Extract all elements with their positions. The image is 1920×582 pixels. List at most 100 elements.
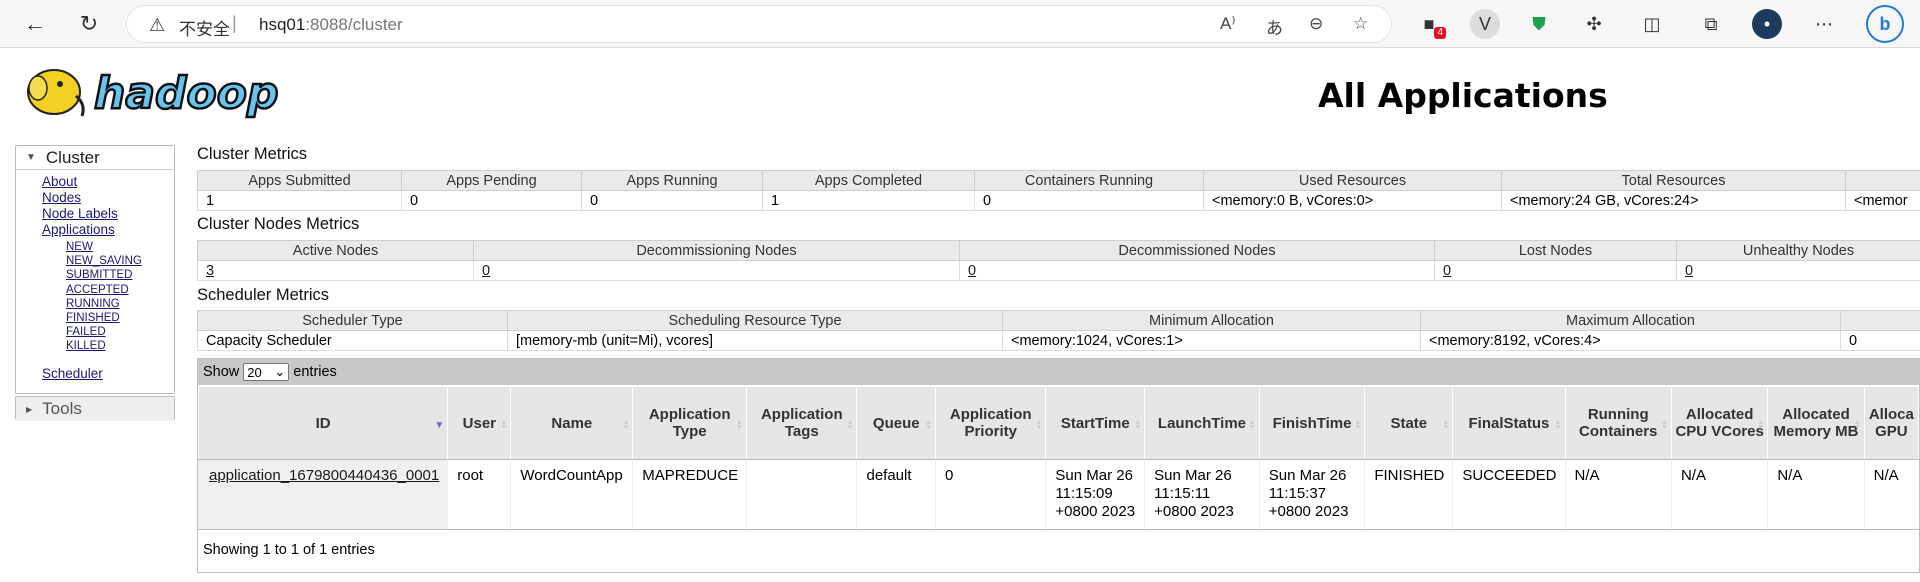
metric-header: Scheduling Resource Type bbox=[507, 310, 1003, 331]
sort-icon: ▲ ▼ bbox=[925, 419, 933, 431]
sidebar-state-finished[interactable]: FINISHED bbox=[66, 312, 120, 324]
sidebar-link-scheduler[interactable]: Scheduler bbox=[42, 366, 103, 381]
favorite-add-icon[interactable]: ☆ bbox=[1353, 14, 1368, 34]
shield-icon[interactable]: ⛊ bbox=[1524, 9, 1554, 39]
sidebar-state-new[interactable]: NEW bbox=[66, 241, 93, 253]
column-header-allocated-gpu[interactable]: Alloca GPU bbox=[1863, 386, 1920, 460]
sidebar-state-accepted[interactable]: ACCEPTED bbox=[66, 284, 129, 296]
column-header-state[interactable]: State ▲ ▼ bbox=[1364, 386, 1454, 460]
cell-allocated-memory: N/A bbox=[1767, 459, 1865, 530]
column-header-application-type[interactable]: Application Type ▲ ▼ bbox=[632, 386, 748, 460]
metric-header: Minimum Allocation bbox=[1002, 310, 1421, 331]
metric-value: <memory:8192, vCores:4> bbox=[1420, 330, 1841, 351]
collections-icon[interactable]: ⧉ bbox=[1696, 9, 1726, 39]
sidebar-link-node-labels[interactable]: Node Labels bbox=[42, 206, 118, 221]
extensions-puzzle-icon[interactable]: ✣ bbox=[1579, 9, 1609, 39]
sidebar-link-nodes[interactable]: Nodes bbox=[42, 190, 81, 205]
scheduler-metrics-title: Scheduler Metrics bbox=[197, 286, 330, 304]
tools-panel-header[interactable]: ▶ Tools bbox=[16, 397, 174, 421]
metric-header bbox=[1845, 170, 1920, 191]
column-header-queue[interactable]: Queue ▲ ▼ bbox=[856, 386, 937, 460]
cluster-panel-header[interactable]: ▼ Cluster bbox=[16, 146, 174, 170]
cell-starttime: Sun Mar 26 11:15:09 +0800 2023 bbox=[1045, 459, 1145, 530]
sidebar-link-applications[interactable]: Applications bbox=[42, 222, 115, 237]
warning-icon: ⚠ bbox=[149, 15, 166, 35]
refresh-icon[interactable]: ↻ bbox=[73, 8, 105, 40]
column-header-application-tags[interactable]: Application Tags ▲ ▼ bbox=[746, 386, 858, 460]
address-bar[interactable]: ⚠ 不安全 | hsq01:8088/cluster A⁾ あ ⊖ ☆ bbox=[126, 5, 1392, 43]
metric-header: Maximum Allocation bbox=[1420, 310, 1841, 331]
split-screen-icon[interactable]: ◫ bbox=[1637, 9, 1667, 39]
applications-panel: Show 20 ⌄ entries ID ▼ User ▲ ▼ Name ▲ ▼ Appli… bbox=[197, 358, 1920, 573]
metric-value: Capacity Scheduler bbox=[197, 330, 508, 351]
column-header-id[interactable]: ID ▼ bbox=[197, 386, 449, 460]
bing-chat-icon[interactable]: b bbox=[1866, 5, 1904, 43]
cell-allocated-gpu: N/A bbox=[1863, 459, 1919, 530]
read-aloud-icon[interactable]: A⁾ bbox=[1220, 14, 1236, 34]
metric-header: Decommissioned Nodes bbox=[959, 240, 1435, 261]
svg-text:hadoop: hadoop bbox=[94, 68, 278, 119]
metric-header bbox=[1840, 310, 1920, 331]
column-header-launchtime[interactable]: LaunchTime ▲ ▼ bbox=[1144, 386, 1260, 460]
column-header-running-containers[interactable]: Running Containers ▲ ▼ bbox=[1564, 386, 1672, 460]
application-id-link[interactable]: application_1679800440436_0001 bbox=[209, 467, 439, 484]
applications-table: ID ▼ User ▲ ▼ Name ▲ ▼ Application Type ▲ ▼ App… bbox=[197, 386, 1920, 530]
metric-header: Used Resources bbox=[1203, 170, 1502, 191]
address-separator: | bbox=[232, 13, 237, 33]
sort-icon: ▲ ▼ bbox=[1442, 419, 1450, 431]
page-title: All Applications bbox=[1318, 76, 1608, 115]
cell-tags bbox=[746, 459, 857, 530]
table-info: Showing 1 to 1 of 1 entries bbox=[198, 529, 1920, 573]
sidebar-state-running[interactable]: RUNNING bbox=[66, 298, 120, 310]
sidebar-state-killed[interactable]: KILLED bbox=[66, 340, 106, 352]
column-header-allocated-memory[interactable]: Allocated Memory MB ▲ ▼ bbox=[1767, 386, 1865, 460]
extension-icon[interactable]: ■ 4 bbox=[1414, 9, 1446, 39]
cluster-metrics-title: Cluster Metrics bbox=[197, 145, 308, 163]
metric-value: 1 bbox=[762, 190, 975, 211]
zoom-out-icon[interactable]: ⊖ bbox=[1309, 14, 1323, 34]
sort-icon: ▲ ▼ bbox=[1853, 419, 1861, 431]
sidebar-link-about[interactable]: About bbox=[42, 174, 77, 189]
profile-avatar[interactable]: • bbox=[1752, 9, 1782, 39]
cell-finalstatus: SUCCEEDED bbox=[1452, 459, 1566, 530]
metric-value: 0 bbox=[581, 190, 763, 211]
cell-allocated-vcores: N/A bbox=[1670, 459, 1768, 530]
column-header-user[interactable]: User ▲ ▼ bbox=[447, 386, 512, 460]
sidebar-state-failed[interactable]: FAILED bbox=[66, 326, 106, 338]
back-icon[interactable]: ← bbox=[19, 8, 51, 40]
sort-icon: ▲ ▼ bbox=[622, 419, 630, 431]
active-nodes-link[interactable]: 3 bbox=[206, 263, 214, 279]
lost-nodes-link[interactable]: 0 bbox=[1443, 263, 1451, 279]
cell-running-containers: N/A bbox=[1564, 459, 1672, 530]
metric-header: Decommissioning Nodes bbox=[473, 240, 960, 261]
sidebar-state-submitted[interactable]: SUBMITTED bbox=[66, 269, 132, 281]
decommissioned-nodes-link[interactable]: 0 bbox=[968, 263, 976, 279]
tools-label: Tools bbox=[42, 399, 82, 418]
sort-icon: ▲ ▼ bbox=[1248, 419, 1256, 431]
sort-icon: ▲ ▼ bbox=[500, 419, 508, 431]
sort-icon: ▲ ▼ bbox=[1661, 419, 1668, 431]
cell-launchtime: Sun Mar 26 11:15:11 +0800 2023 bbox=[1144, 459, 1260, 530]
url-text[interactable]: hsq01:8088/cluster bbox=[259, 15, 403, 35]
page-size-select[interactable]: 20 ⌄ bbox=[243, 363, 290, 381]
column-header-starttime[interactable]: StartTime ▲ ▼ bbox=[1045, 386, 1146, 460]
decommissioning-nodes-link[interactable]: 0 bbox=[482, 263, 490, 279]
tools-panel[interactable]: ▶ Tools bbox=[15, 396, 175, 421]
column-header-finishtime[interactable]: FinishTime ▲ ▼ bbox=[1258, 386, 1366, 460]
column-header-allocated-vcores[interactable]: Allocated CPU VCores ▲ ▼ bbox=[1670, 386, 1769, 460]
cell-queue: default bbox=[856, 459, 936, 530]
translate-icon[interactable]: あ bbox=[1266, 14, 1283, 39]
more-menu-icon[interactable]: ⋯ bbox=[1809, 9, 1839, 39]
sidebar-state-new-saving[interactable]: NEW_SAVING bbox=[66, 255, 142, 267]
column-header-name[interactable]: Name ▲ ▼ bbox=[510, 386, 634, 460]
column-header-priority[interactable]: Application Priority ▲ ▼ bbox=[935, 386, 1047, 460]
vue-devtools-icon[interactable]: V bbox=[1470, 9, 1500, 39]
chevron-down-icon: ⌄ bbox=[274, 364, 286, 379]
metric-value: <memory:24 GB, vCores:24> bbox=[1501, 190, 1846, 211]
sort-icon: ▲ ▼ bbox=[736, 419, 744, 431]
cell-priority: 0 bbox=[935, 459, 1046, 530]
column-header-finalstatus[interactable]: FinalStatus ▲ ▼ bbox=[1452, 386, 1566, 460]
cell-finishtime: Sun Mar 26 11:15:37 +0800 2023 bbox=[1258, 459, 1365, 530]
unhealthy-nodes-link[interactable]: 0 bbox=[1685, 263, 1693, 279]
metric-header: Lost Nodes bbox=[1434, 240, 1677, 261]
